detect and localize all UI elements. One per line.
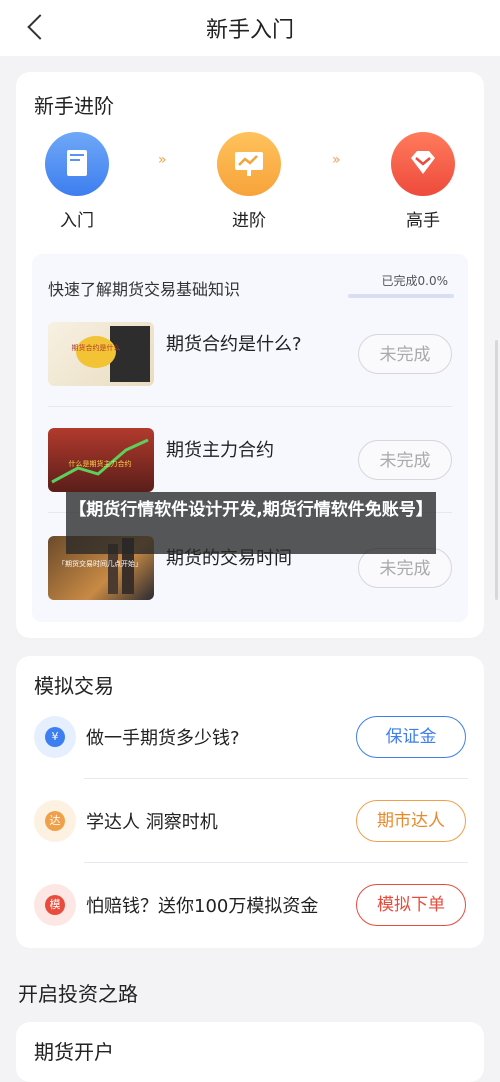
open-account-title: 期货开户 [34, 1040, 114, 1064]
yen-icon: ¥ [34, 716, 76, 758]
progress-text: 已完成0.0% [381, 274, 449, 288]
step-rumen[interactable]: 入门 [42, 132, 112, 231]
simulate-order-button[interactable]: 模拟下单 [356, 884, 466, 926]
expert-icon: 达 [34, 800, 76, 842]
lesson-status-button[interactable]: 未完成 [358, 440, 452, 480]
sim-row-margin[interactable]: ¥ 做一手期货多少钱? 保证金 [34, 708, 466, 768]
sim-row-text: 学达人 洞察时机 [86, 812, 218, 833]
simulation-card: 模拟交易 ¥ 做一手期货多少钱? 保证金 达 学达人 洞察时机 期市达人 模 怕… [16, 656, 484, 948]
lesson-thumbnail: 期货合约是什么 [48, 322, 154, 386]
sim-row-simulate[interactable]: 模 怕赔钱？送你100万模拟资金 模拟下单 [34, 876, 466, 936]
thumb-text: 「期货交易时间几点开始」 [58, 559, 142, 568]
sim-row-expert[interactable]: 达 学达人 洞察时机 期市达人 [34, 792, 466, 852]
quick-learn-panel: 快速了解期货交易基础知识 已完成0.0% 期货合约是什么 期货合约是什么? 未完… [32, 254, 468, 622]
chart-board-icon [217, 132, 281, 196]
divider [84, 862, 468, 863]
quick-learn-heading: 快速了解期货交易基础知识 [48, 280, 241, 299]
lesson-status-button[interactable]: 未完成 [358, 548, 452, 588]
simulate-icon: 模 [34, 884, 76, 926]
lesson-status-button[interactable]: 未完成 [358, 334, 452, 374]
invest-section-title: 开启投资之路 [18, 982, 138, 1006]
watermark-overlay: 【期货行情软件设计开发,期货行情软件免账号】 [66, 492, 436, 554]
progress-bar [348, 294, 454, 298]
diamond-icon [391, 132, 455, 196]
lesson-title: 期货主力合约 [166, 440, 274, 461]
scrollbar[interactable] [495, 340, 498, 600]
divider [48, 406, 452, 407]
chevron-right-icon: » [158, 152, 166, 168]
header-bar: 新手入门 [0, 0, 500, 56]
expert-button[interactable]: 期市达人 [356, 800, 466, 842]
step-label: 入门 [60, 211, 94, 231]
thumb-text: 期货合约是什么 [72, 343, 121, 352]
simulation-title: 模拟交易 [34, 674, 114, 698]
sim-row-text: 怕赔钱？送你100万模拟资金 [86, 896, 319, 917]
step-label: 进阶 [232, 211, 266, 231]
step-label: 高手 [406, 211, 440, 231]
lesson-title: 期货合约是什么? [166, 334, 302, 355]
beginner-title: 新手进阶 [34, 94, 114, 118]
lesson-item[interactable]: 什么是期货主力合约 期货主力合约 未完成 [48, 428, 452, 500]
lesson-item[interactable]: 期货合约是什么 期货合约是什么? 未完成 [48, 322, 452, 394]
margin-button[interactable]: 保证金 [356, 716, 466, 758]
open-account-card[interactable]: 期货开户 [16, 1022, 484, 1082]
lesson-thumbnail: 什么是期货主力合约 [48, 428, 154, 492]
page-title: 新手入门 [205, 18, 294, 43]
book-icon [45, 132, 109, 196]
sim-row-text: 做一手期货多少钱? [86, 728, 240, 749]
divider [84, 778, 468, 779]
step-gaoshou[interactable]: 高手 [388, 132, 458, 231]
step-jinjie[interactable]: 进阶 [214, 132, 284, 231]
chevron-right-icon: » [332, 152, 340, 168]
thumb-text: 什么是期货主力合约 [69, 459, 132, 468]
